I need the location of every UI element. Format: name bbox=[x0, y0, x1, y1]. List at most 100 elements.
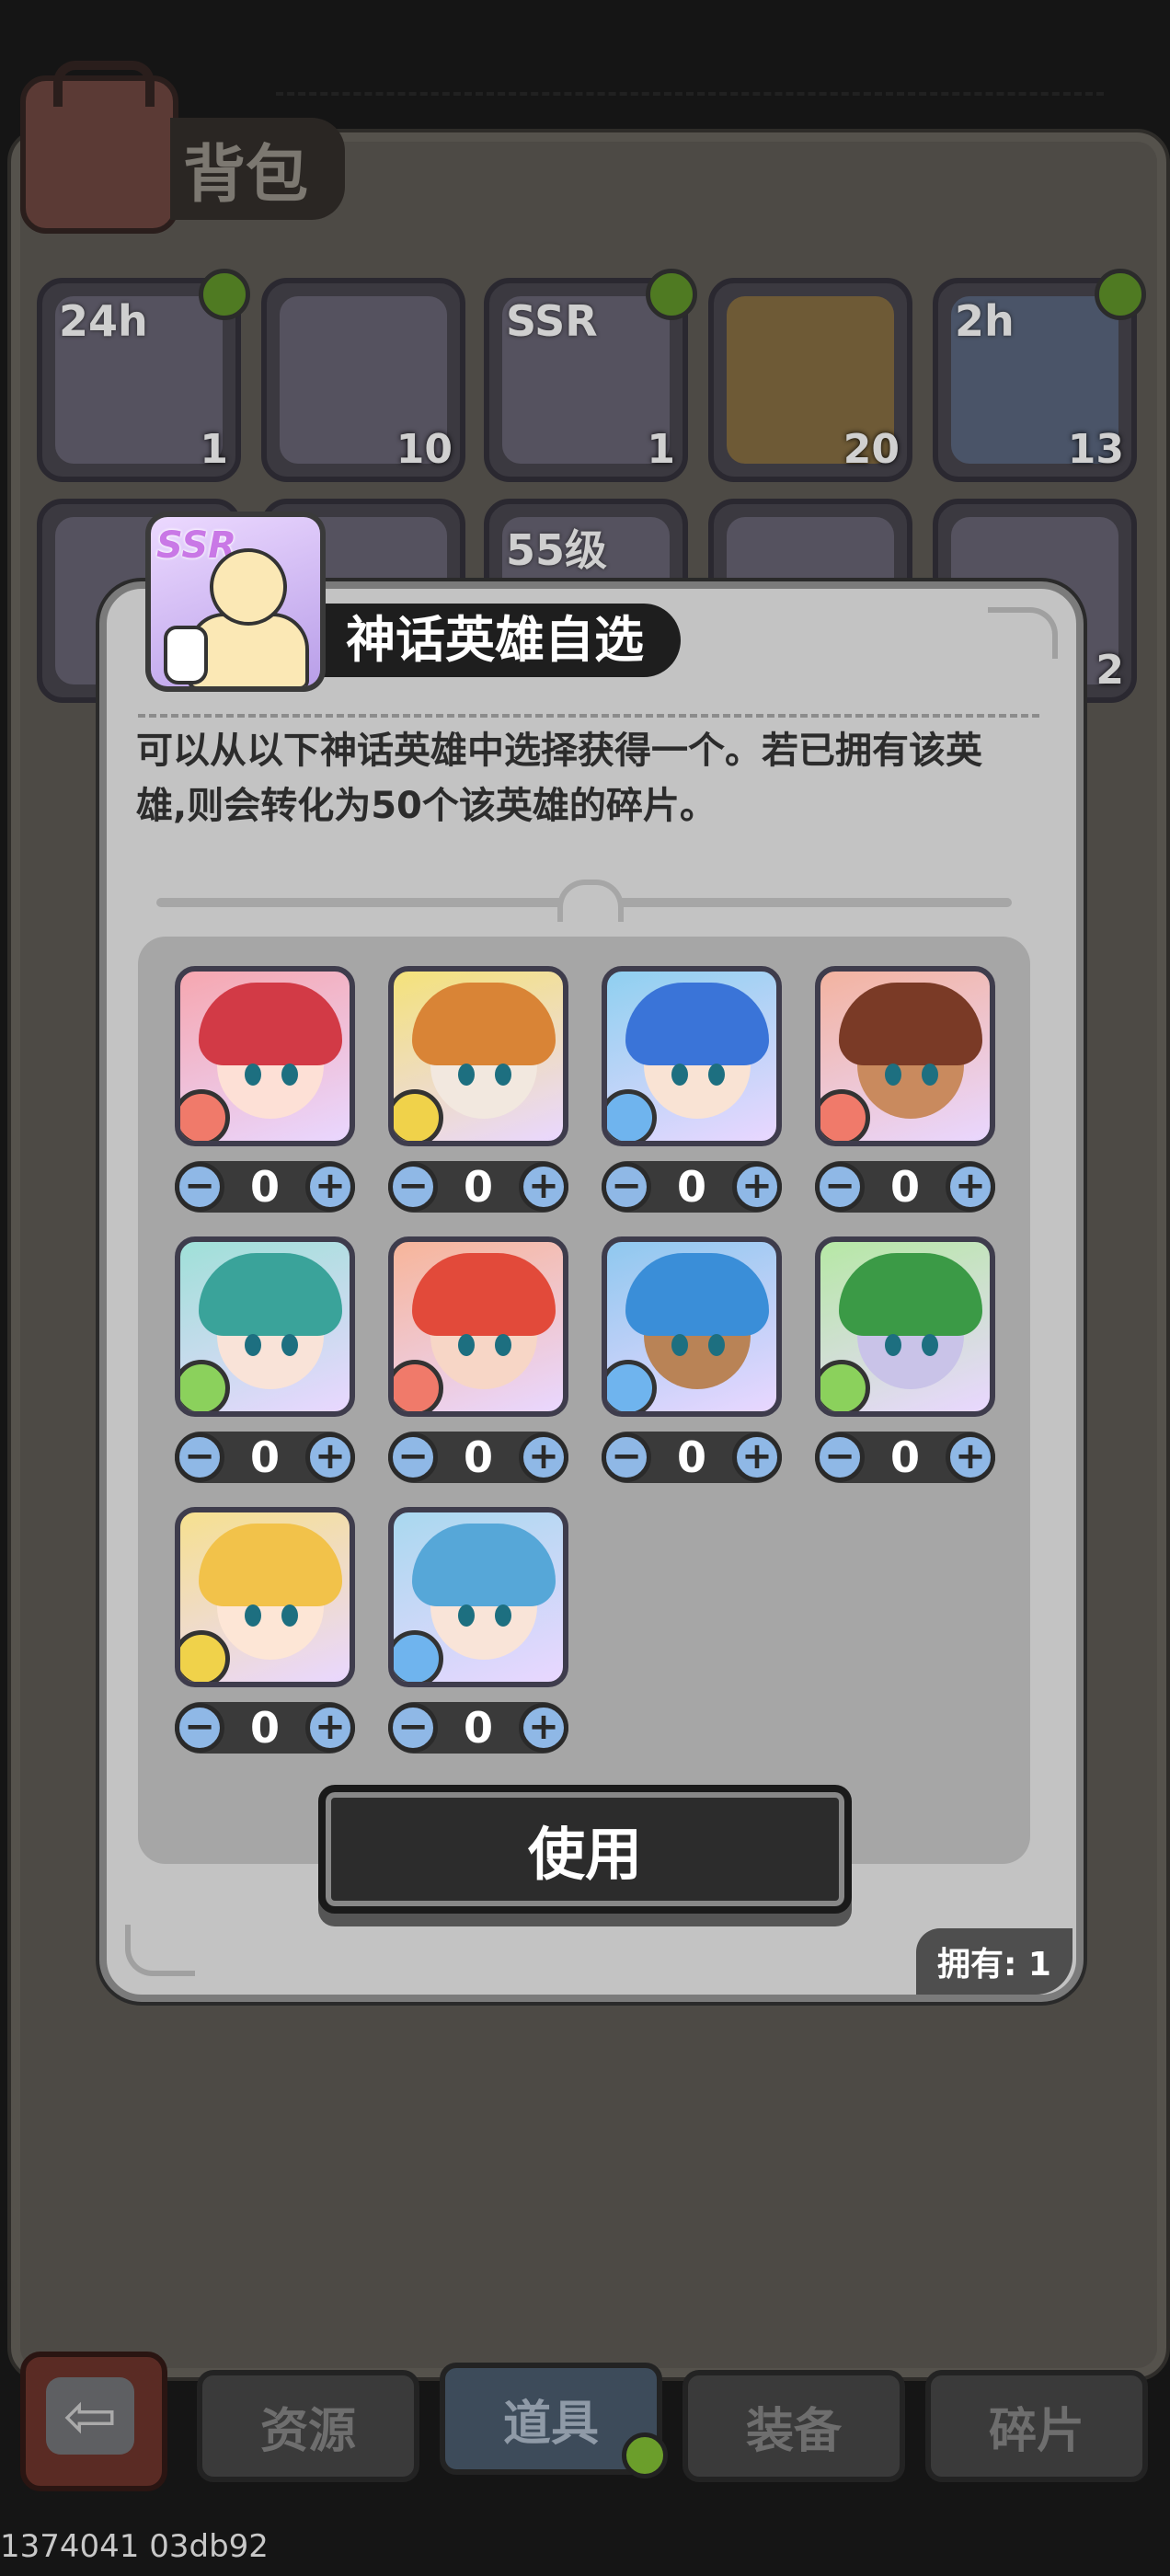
inventory-slot[interactable]: SSR 1 bbox=[484, 269, 697, 482]
page-title: 背包 bbox=[170, 118, 346, 220]
hero-portrait[interactable] bbox=[388, 966, 568, 1146]
quantity-stepper: −0 + bbox=[175, 1161, 355, 1213]
slot-count: 1 bbox=[200, 426, 228, 473]
quantity-stepper: −0 + bbox=[815, 1432, 995, 1483]
quantity-value: 0 bbox=[463, 1162, 493, 1212]
hero-option: −0 + bbox=[388, 966, 568, 1213]
hero-portrait[interactable] bbox=[175, 966, 355, 1146]
earth-element-icon bbox=[394, 1089, 443, 1141]
hero-option: −0 + bbox=[602, 1236, 782, 1483]
quantity-stepper: −0 + bbox=[175, 1702, 355, 1754]
slot-label: 2h bbox=[955, 296, 1015, 346]
wind-element-icon bbox=[820, 1360, 870, 1411]
plus-button[interactable]: + bbox=[731, 1432, 782, 1482]
slot-count: 13 bbox=[1067, 426, 1124, 473]
dialog-description: 可以从以下神话英雄中选择获得一个。若已拥有该英雄,则会转化为50个该英雄的碎片。 bbox=[136, 730, 982, 827]
quantity-stepper: −0 + bbox=[602, 1161, 782, 1213]
hero-portrait[interactable] bbox=[602, 1236, 782, 1417]
quantity-stepper: −0 + bbox=[388, 1702, 568, 1754]
quantity-stepper: −0 + bbox=[815, 1161, 995, 1213]
hero-option: −0 + bbox=[602, 966, 782, 1213]
plus-button[interactable]: + bbox=[518, 1703, 568, 1753]
hero-option: −0 + bbox=[175, 966, 355, 1213]
minus-button[interactable]: − bbox=[388, 1703, 438, 1753]
dialog-title: 神话英雄自选 bbox=[324, 604, 681, 677]
hero-portrait[interactable] bbox=[602, 966, 782, 1146]
hero-portrait[interactable] bbox=[815, 1236, 995, 1417]
fire-element-icon bbox=[180, 1089, 230, 1141]
back-arrow-icon: ⇦ bbox=[46, 2377, 134, 2455]
plus-button[interactable]: + bbox=[945, 1432, 995, 1482]
quantity-value: 0 bbox=[889, 1432, 920, 1482]
minus-button[interactable]: − bbox=[815, 1432, 865, 1482]
minus-button[interactable]: − bbox=[602, 1162, 651, 1212]
earth-element-icon bbox=[180, 1630, 230, 1682]
minus-button[interactable]: − bbox=[175, 1432, 224, 1482]
inventory-slot[interactable]: 24h 1 bbox=[37, 269, 250, 482]
quantity-value: 0 bbox=[676, 1162, 706, 1212]
minus-button[interactable]: − bbox=[815, 1162, 865, 1212]
plus-button[interactable]: + bbox=[518, 1432, 568, 1482]
tab-fragments[interactable]: 碎片 bbox=[925, 2370, 1148, 2482]
notification-dot bbox=[622, 2432, 668, 2478]
build-id-text: 1374041 03db92 bbox=[0, 2528, 269, 2565]
hero-portrait[interactable] bbox=[175, 1236, 355, 1417]
corner-ornament bbox=[125, 1925, 195, 1976]
slot-count: 20 bbox=[843, 426, 900, 473]
back-button[interactable]: ⇦ bbox=[20, 2352, 167, 2491]
slot-label: SSR bbox=[506, 296, 598, 346]
tab-resources[interactable]: 资源 bbox=[197, 2370, 419, 2482]
fire-element-icon bbox=[394, 1360, 443, 1411]
quantity-value: 0 bbox=[463, 1703, 493, 1753]
minus-button[interactable]: − bbox=[175, 1162, 224, 1212]
quantity-value: 0 bbox=[889, 1162, 920, 1212]
plus-button[interactable]: + bbox=[304, 1432, 355, 1482]
separator-center-ornament bbox=[557, 880, 624, 922]
fire-element-icon bbox=[820, 1089, 870, 1141]
tab-equipment[interactable]: 装备 bbox=[682, 2370, 905, 2482]
quantity-value: 0 bbox=[676, 1432, 706, 1482]
inventory-slot[interactable]: 2h 13 bbox=[933, 269, 1146, 482]
slot-label: 55级 bbox=[506, 525, 608, 575]
quantity-value: 0 bbox=[249, 1162, 280, 1212]
divider bbox=[138, 714, 1039, 718]
top-ornament bbox=[276, 37, 1104, 96]
hero-portrait[interactable] bbox=[388, 1507, 568, 1687]
inventory-slot[interactable]: 20 bbox=[708, 278, 912, 482]
minus-button[interactable]: − bbox=[388, 1432, 438, 1482]
hero-option: −0 + bbox=[388, 1507, 568, 1754]
quantity-value: 0 bbox=[249, 1703, 280, 1753]
hero-option: −0 + bbox=[815, 966, 995, 1213]
wind-element-icon bbox=[180, 1360, 230, 1411]
plus-button[interactable]: + bbox=[731, 1162, 782, 1212]
plus-button[interactable]: + bbox=[304, 1703, 355, 1753]
slot-count: 2 bbox=[1095, 647, 1124, 694]
use-button[interactable]: 使用 bbox=[318, 1785, 852, 1914]
slot-label: 24h bbox=[59, 296, 148, 346]
quantity-stepper: −0 + bbox=[388, 1432, 568, 1483]
plus-button[interactable]: + bbox=[304, 1162, 355, 1212]
plus-button[interactable]: + bbox=[518, 1162, 568, 1212]
plus-button[interactable]: + bbox=[945, 1162, 995, 1212]
quantity-value: 0 bbox=[463, 1432, 493, 1482]
quantity-stepper: −0 + bbox=[602, 1432, 782, 1483]
notification-dot bbox=[199, 269, 250, 320]
water-element-icon bbox=[607, 1089, 657, 1141]
corner-ornament bbox=[988, 607, 1058, 659]
backpack-icon bbox=[20, 61, 178, 234]
quantity-stepper: −0 + bbox=[175, 1432, 355, 1483]
minus-button[interactable]: − bbox=[388, 1162, 438, 1212]
hero-portrait[interactable] bbox=[815, 966, 995, 1146]
notification-dot bbox=[646, 269, 697, 320]
hero-portrait[interactable] bbox=[175, 1507, 355, 1687]
quantity-stepper: −0 + bbox=[388, 1161, 568, 1213]
inventory-slot[interactable]: 10 bbox=[261, 278, 465, 482]
use-button-label: 使用 bbox=[527, 1821, 642, 1888]
hand-pointer-icon bbox=[164, 626, 208, 684]
owned-count: 拥有: 1 bbox=[916, 1928, 1072, 1995]
ssr-hero-selector-icon: SSR bbox=[145, 512, 326, 692]
hero-portrait[interactable] bbox=[388, 1236, 568, 1417]
water-element-icon bbox=[394, 1630, 443, 1682]
minus-button[interactable]: − bbox=[602, 1432, 651, 1482]
minus-button[interactable]: − bbox=[175, 1703, 224, 1753]
